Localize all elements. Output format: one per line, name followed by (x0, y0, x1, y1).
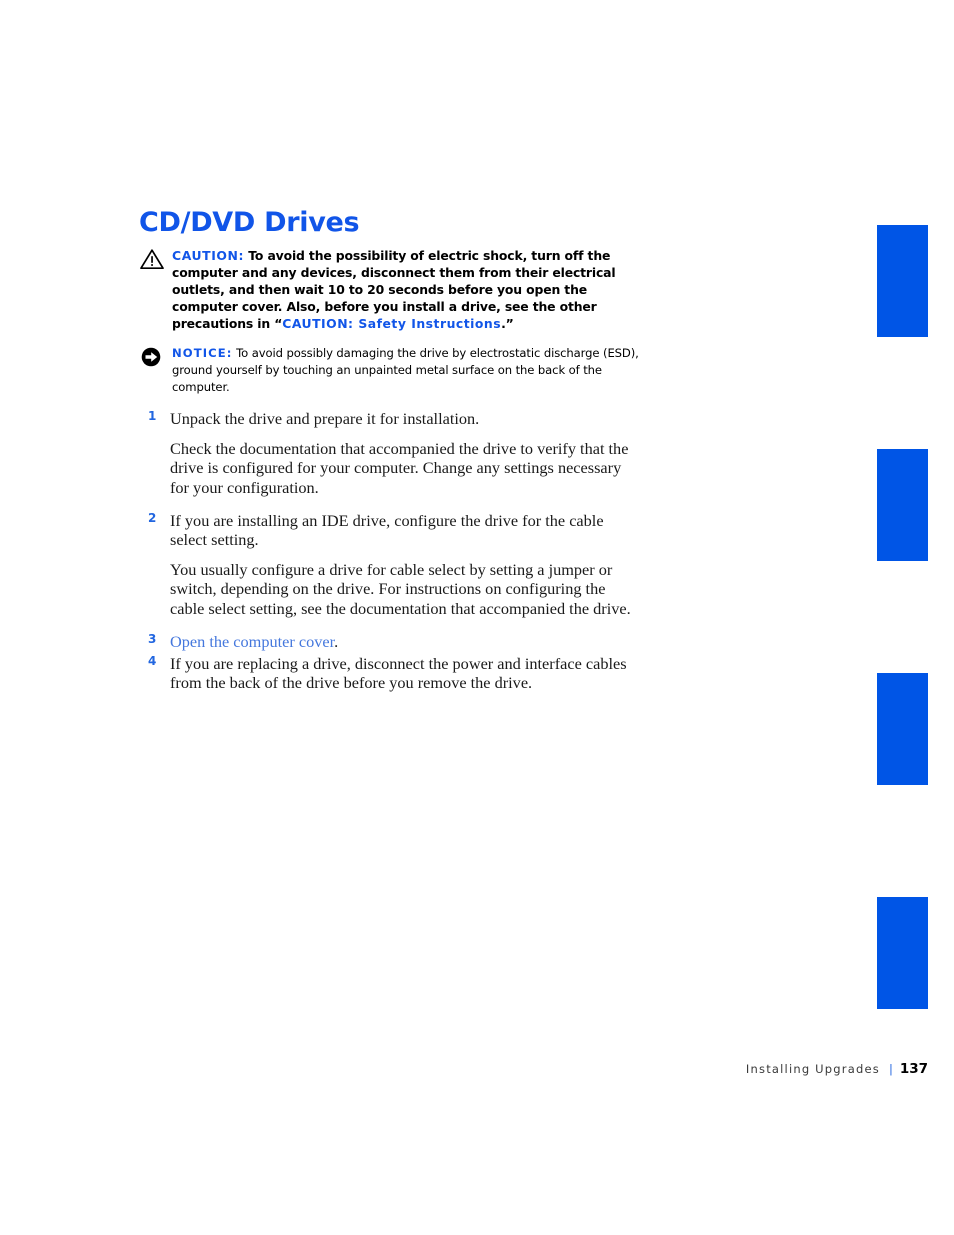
thumb-tab-3[interactable] (877, 673, 928, 785)
step-2: 2 If you are installing an IDE drive, co… (139, 511, 639, 618)
notice-admonition: NOTICE: To avoid possibly damaging the d… (139, 345, 639, 396)
notice-arrow-icon (139, 346, 165, 368)
step-text: If you are installing an IDE drive, conf… (170, 510, 604, 550)
page-number: 137 (899, 1061, 928, 1077)
notice-label: NOTICE: (172, 346, 233, 360)
page-title: CD/DVD Drives (139, 207, 360, 238)
step-link-period: . (334, 631, 339, 651)
page-content: CD/DVD Drives CAUTION: To avoid the poss… (139, 208, 639, 695)
caution-body-after: .” (501, 316, 514, 331)
step-paragraph: You usually configure a drive for cable … (170, 560, 631, 618)
step-number: 4 (148, 654, 157, 669)
step-text: If you are replacing a drive, disconnect… (170, 654, 627, 693)
step-4: 4 If you are replacing a drive, disconne… (139, 654, 639, 692)
page-footer: Installing Upgrades | 137 (0, 1060, 928, 1078)
step-3: 3 Open the computer cover. (139, 632, 639, 651)
thumb-tab-4[interactable] (877, 897, 928, 1009)
step-paragraph: Check the documentation that accompanied… (170, 439, 629, 497)
caution-admonition: CAUTION: To avoid the possibility of ele… (139, 247, 639, 332)
step-number: 3 (148, 631, 157, 646)
caution-safety-instructions-link[interactable]: CAUTION: Safety Instructions (282, 316, 501, 331)
step-text: Open the computer cover. (170, 632, 639, 651)
thumb-tab-rail (877, 0, 928, 1235)
step-text: Unpack the drive and prepare it for inst… (170, 409, 480, 428)
step-number: 1 (148, 409, 157, 423)
step-number: 2 (148, 510, 157, 525)
warning-triangle-icon (139, 248, 165, 270)
notice-body-text: To avoid possibly damaging the drive by … (172, 346, 639, 394)
caution-label: CAUTION: (172, 248, 245, 263)
footer-section-title: Installing Upgrades (745, 1062, 880, 1076)
thumb-tab-1[interactable] (877, 225, 928, 337)
document-page: CD/DVD Drives CAUTION: To avoid the poss… (0, 0, 954, 1235)
thumb-tab-2[interactable] (877, 449, 928, 561)
footer-separator: | (888, 1062, 893, 1076)
open-computer-cover-link[interactable]: Open the computer cover (170, 632, 334, 651)
notice-text: NOTICE: To avoid possibly damaging the d… (172, 345, 639, 396)
caution-text: CAUTION: To avoid the possibility of ele… (172, 247, 639, 332)
step-1: 1 Unpack the drive and prepare it for in… (139, 409, 639, 497)
procedure-steps: 1 Unpack the drive and prepare it for in… (139, 409, 639, 692)
